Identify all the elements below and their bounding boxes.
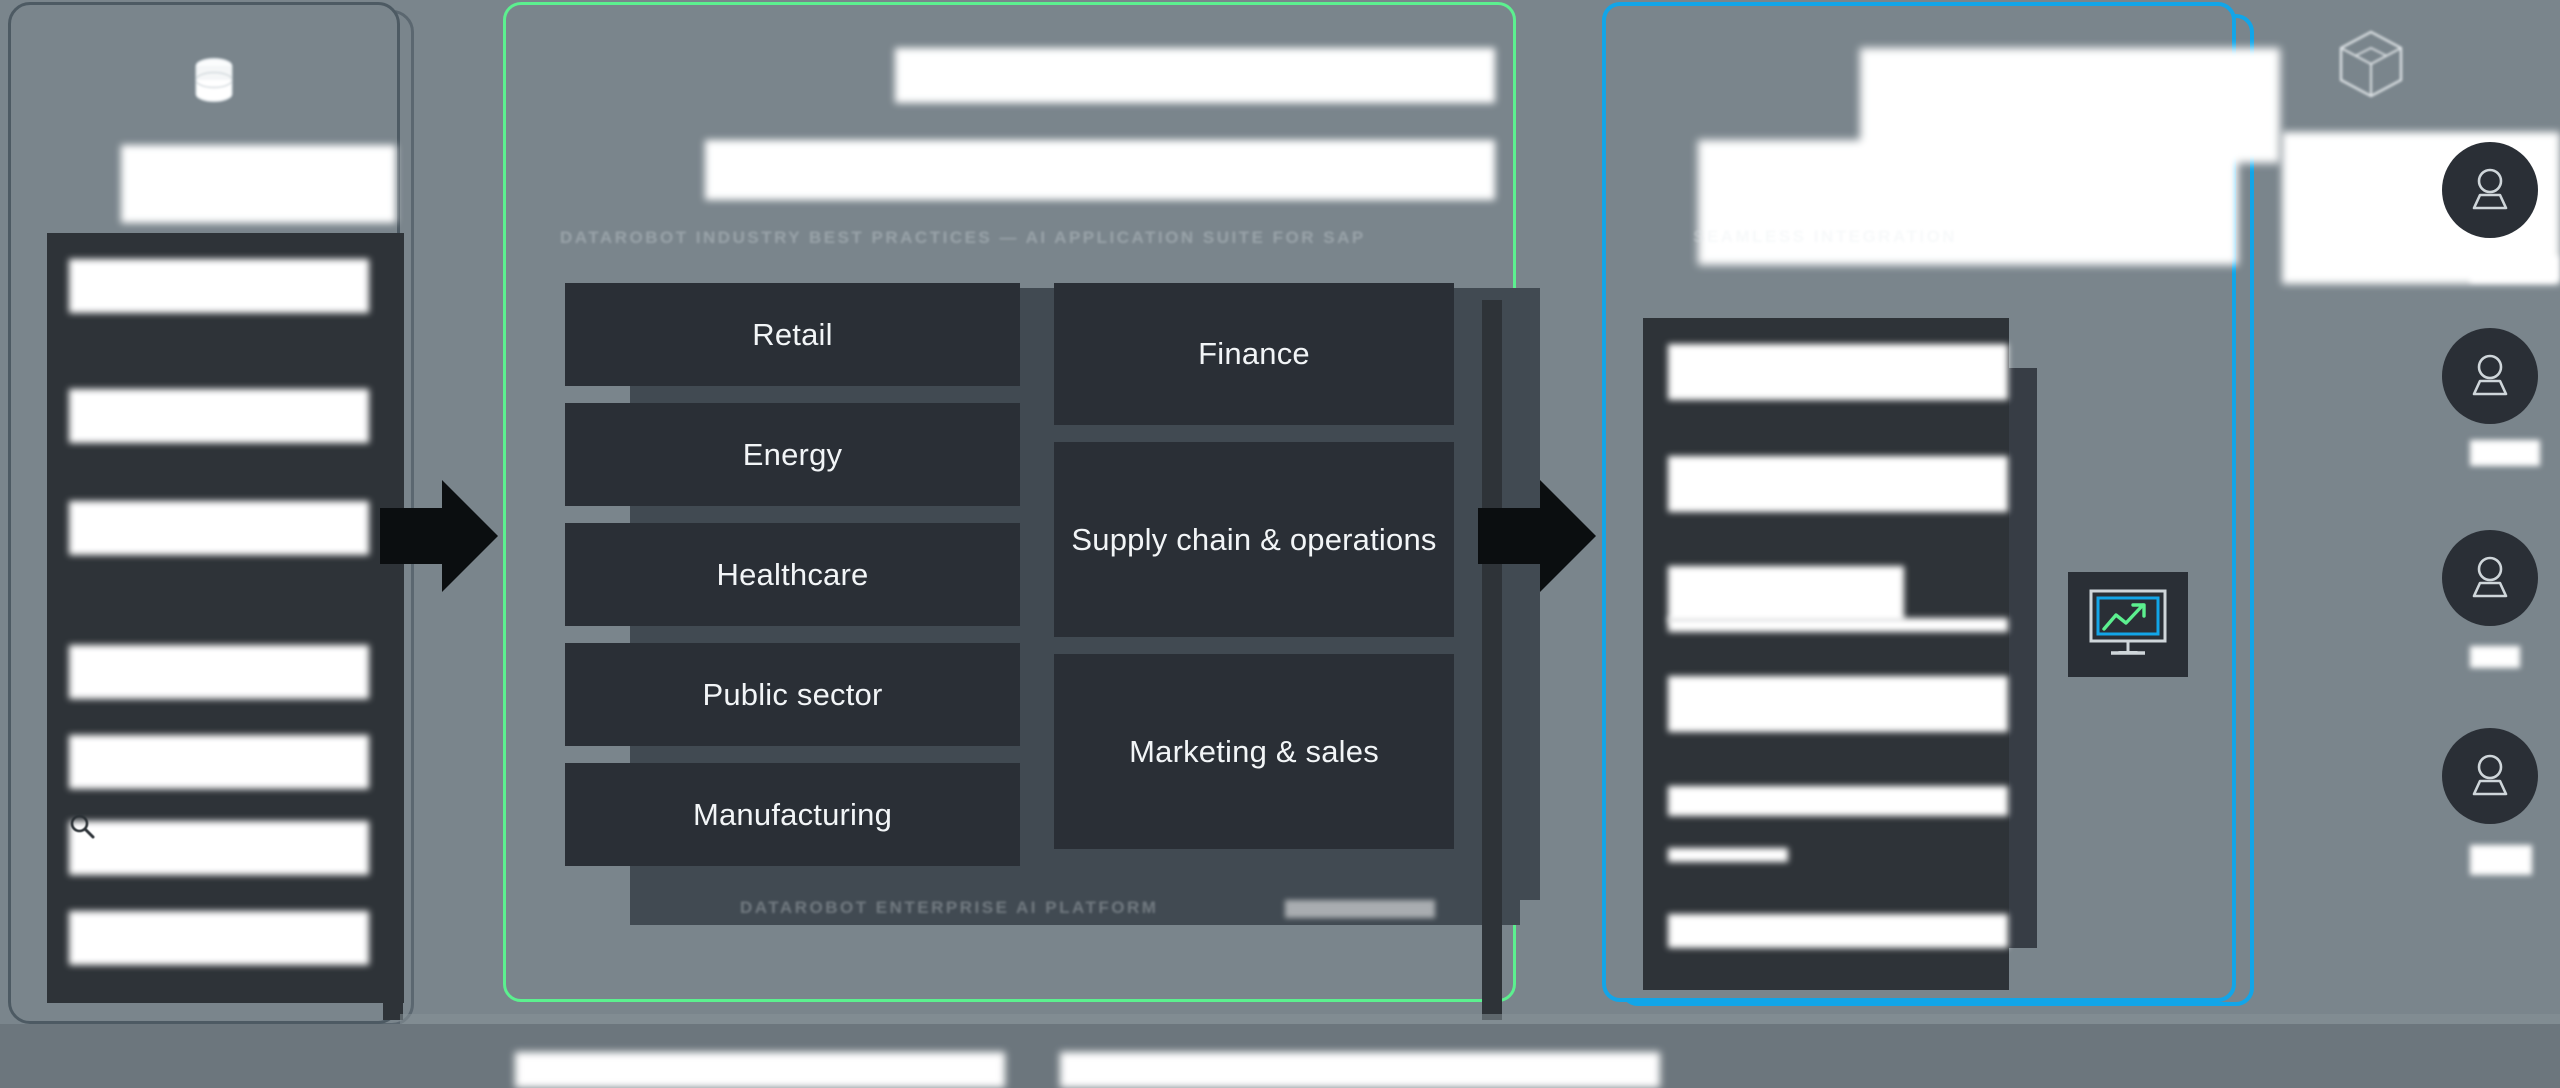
right-panel-card: [1643, 318, 2009, 990]
list-item[interactable]: [69, 259, 369, 313]
center-panel-eyebrow: DATAROBOT INDUSTRY BEST PRACTICES — AI A…: [560, 228, 1366, 247]
tile-supply-chain-operations[interactable]: Supply chain & operations: [1054, 442, 1454, 637]
tile-healthcare[interactable]: Healthcare: [565, 523, 1020, 626]
industry-tile-column: Retail Energy Healthcare Public sector M…: [565, 283, 1020, 868]
center-panel-subtitle-redacted: [705, 140, 1495, 200]
list-item[interactable]: [69, 735, 369, 789]
cube-icon: [2335, 28, 2407, 104]
list-item-search[interactable]: [69, 821, 369, 875]
list-item[interactable]: [1668, 914, 2008, 948]
tile-marketing-sales[interactable]: Marketing & sales: [1054, 654, 1454, 849]
list-item[interactable]: [69, 911, 369, 965]
tile-finance[interactable]: Finance: [1054, 283, 1454, 425]
list-item[interactable]: [1668, 786, 2008, 816]
bottom-caption-right-redacted: [1060, 1052, 1660, 1088]
diagram-canvas: DATAROBOT INDUSTRY BEST PRACTICES — AI A…: [0, 0, 2560, 1088]
list-item[interactable]: [69, 389, 369, 443]
list-item[interactable]: [1668, 344, 2008, 400]
left-panel-data-sources: [8, 2, 404, 1024]
avatar-label-redacted: [2470, 256, 2558, 282]
list-item[interactable]: [1668, 676, 2008, 732]
avatar[interactable]: [2442, 328, 2538, 424]
center-panel-footer-label: DATAROBOT ENTERPRISE AI PLATFORM: [740, 898, 1159, 917]
tile-public-sector[interactable]: Public sector: [565, 643, 1020, 746]
avatar[interactable]: [2442, 530, 2538, 626]
search-icon[interactable]: [68, 812, 96, 840]
center-panel-title-redacted: [895, 48, 1495, 103]
flow-arrow-2: [1478, 480, 1598, 595]
center-tile-grid: Retail Energy Healthcare Public sector M…: [565, 283, 1475, 868]
list-item-bar: [1668, 848, 1788, 862]
avatar[interactable]: [2442, 142, 2538, 238]
list-item-bar: [1668, 618, 2008, 632]
function-tile-column: Finance Supply chain & operations Market…: [1054, 283, 1454, 868]
tile-energy[interactable]: Energy: [565, 403, 1020, 506]
list-item[interactable]: [1668, 456, 2008, 512]
center-panel-footer-redacted: [1285, 900, 1435, 918]
arrow-2-rail: [1482, 300, 1502, 1020]
analytics-monitor-icon: [2068, 572, 2188, 677]
left-panel-card: [47, 233, 404, 1003]
list-item[interactable]: [69, 501, 369, 555]
avatar-label-redacted: [2470, 845, 2532, 875]
list-item[interactable]: [1668, 566, 1904, 622]
people-network: [2230, 0, 2560, 1040]
arrow-1-rail: [383, 300, 403, 1020]
list-item[interactable]: [69, 645, 369, 699]
bottom-caption-left-redacted: [515, 1052, 1005, 1088]
left-panel-heading-redacted: [121, 145, 396, 223]
tile-manufacturing[interactable]: Manufacturing: [565, 763, 1020, 866]
flow-arrow-1: [380, 480, 500, 595]
tile-retail[interactable]: Retail: [565, 283, 1020, 386]
avatar[interactable]: [2442, 728, 2538, 824]
avatar-label-redacted: [2470, 440, 2540, 466]
avatar-label-redacted: [2470, 646, 2520, 668]
right-panel-eyebrow: SEAMLESS INTEGRATION: [1693, 227, 1958, 246]
database-icon: [193, 57, 235, 105]
